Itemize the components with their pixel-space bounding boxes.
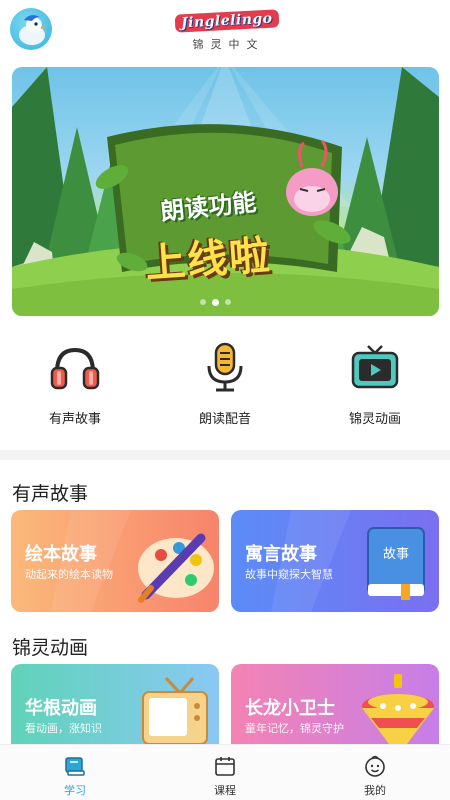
pagination-dot[interactable] — [200, 299, 206, 305]
section-title-animations: 锦灵动画 — [12, 637, 89, 659]
app-header: Jinglelingo 锦灵中文 — [0, 0, 450, 60]
avatar[interactable] — [10, 8, 52, 50]
nav-tab-learn[interactable]: 学习 — [0, 745, 150, 800]
card-title: 寓言故事 — [245, 544, 317, 565]
microphone-icon — [207, 342, 243, 392]
card-title: 华根动画 — [25, 698, 97, 719]
card-subtitle: 看动画，涨知识 — [25, 722, 102, 735]
quick-actions: 有声故事 朗读配音 锦灵动画 — [0, 340, 450, 435]
logo-wordmark: Jinglelingo — [174, 9, 279, 33]
headphones-icon — [50, 347, 100, 390]
bottom-nav: 学习 课程 我的 — [0, 744, 450, 800]
card-title: 绘本故事 — [25, 544, 97, 565]
quick-action-label: 锦灵动画 — [348, 412, 401, 427]
card-fable-stories[interactable]: 故事 寓言故事 故事中窥探大智慧 — [231, 510, 439, 612]
section-divider — [0, 450, 450, 460]
card-title: 长龙小卫士 — [245, 698, 335, 719]
nav-label: 课程 — [214, 784, 236, 797]
smiley-face-icon — [365, 755, 385, 777]
quick-action-label: 有声故事 — [48, 412, 101, 427]
banner-subheadline: 上线啦 — [143, 232, 273, 288]
card-subtitle: 动起来的绘本读物 — [25, 568, 113, 581]
app-logo: Jinglelingo 锦灵中文 — [174, 9, 279, 54]
quick-action-animations[interactable]: 锦灵动画 — [300, 340, 450, 435]
quick-action-read-aloud[interactable]: 朗读配音 — [150, 340, 300, 435]
section-title-audio-stories: 有声故事 — [12, 483, 89, 505]
card-subtitle: 故事中窥探大智慧 — [245, 568, 333, 581]
card-picture-book-stories[interactable]: 绘本故事 动起来的绘本读物 — [11, 510, 219, 612]
nav-label: 学习 — [64, 784, 86, 797]
tv-play-icon — [351, 345, 399, 389]
nav-tab-courses[interactable]: 课程 — [150, 745, 300, 800]
nav-label: 我的 — [364, 784, 386, 797]
banner-pagination — [200, 298, 231, 306]
quick-action-label: 朗读配音 — [198, 412, 251, 427]
book-cover-label: 故事 — [383, 547, 409, 562]
pagination-dot-active[interactable] — [212, 298, 219, 306]
promo-banner[interactable]: 朗读功能 上线啦 — [12, 67, 439, 316]
logo-subtitle: 锦灵中文 — [192, 38, 265, 51]
book-stack-icon — [65, 757, 85, 776]
nav-tab-profile[interactable]: 我的 — [300, 745, 450, 800]
card-subtitle: 童年记忆，锦灵守护 — [245, 722, 344, 735]
bird-mascot-icon — [19, 15, 47, 45]
calendar-icon — [215, 757, 235, 776]
quick-action-audio-stories[interactable]: 有声故事 — [0, 340, 150, 435]
pagination-dot[interactable] — [225, 299, 231, 305]
